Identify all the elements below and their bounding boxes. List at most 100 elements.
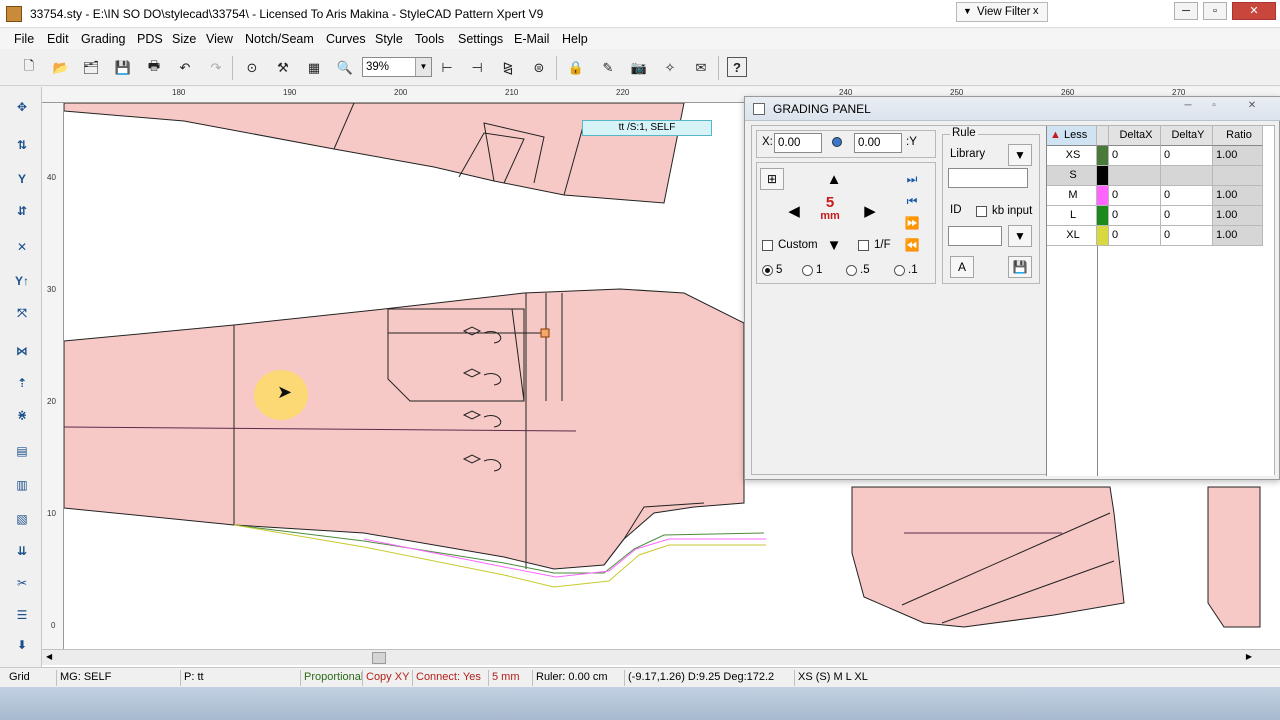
- id-input[interactable]: [948, 226, 1002, 246]
- panel-close-button[interactable]: ✕: [1241, 100, 1263, 116]
- stack-icon[interactable]: ▧: [8, 507, 36, 531]
- grade-arrow-icon[interactable]: ⬇: [8, 633, 36, 657]
- copy-xy-icon[interactable]: ⋇: [8, 403, 36, 427]
- ratio-cell[interactable]: 1.00: [1213, 146, 1263, 166]
- delete-rule-icon[interactable]: ✕: [8, 235, 36, 259]
- grade-piece-icon[interactable]: ▤: [8, 439, 36, 463]
- save-icon[interactable]: 💾: [112, 57, 134, 79]
- zoom-select[interactable]: 39% ▼: [362, 57, 432, 77]
- open-multiple-icon[interactable]: 🗂: [80, 57, 102, 79]
- scroll-thumb[interactable]: [372, 652, 386, 664]
- status-copyxy[interactable]: Copy XY: [362, 670, 409, 686]
- table-row[interactable]: L 0 0 1.00: [1047, 206, 1275, 226]
- arrow-down-button[interactable]: ▼: [822, 234, 846, 256]
- table-row[interactable]: XL 0 0 1.00: [1047, 226, 1275, 246]
- less-button[interactable]: ▲ Less: [1047, 126, 1097, 146]
- help-icon[interactable]: ?: [727, 57, 747, 77]
- delta-y-cell[interactable]: 0: [1161, 226, 1213, 246]
- menu-notch-seam[interactable]: Notch/Seam: [245, 32, 314, 46]
- arrow-up-button[interactable]: ▲: [822, 168, 846, 190]
- a-button[interactable]: A: [950, 256, 974, 278]
- align-right-icon[interactable]: ⊣: [466, 57, 488, 79]
- menu-curves[interactable]: Curves: [326, 32, 366, 46]
- paste-rule-icon[interactable]: ⏪: [900, 234, 924, 256]
- panel-maximize-button[interactable]: ▫: [1203, 100, 1225, 116]
- scroll-left-icon[interactable]: ◀: [46, 652, 52, 661]
- panel-minimize-button[interactable]: ─: [1177, 100, 1199, 116]
- measure-tool-icon[interactable]: ⊙: [241, 57, 263, 79]
- nest-icon[interactable]: ▥: [8, 473, 36, 497]
- delta-x-cell[interactable]: 0: [1109, 206, 1161, 226]
- status-proportional[interactable]: Proportional: [300, 670, 363, 686]
- align-points-icon[interactable]: ⇅: [8, 133, 36, 157]
- rule-name-input[interactable]: [948, 168, 1028, 188]
- delta-x-cell[interactable]: 0: [1109, 226, 1161, 246]
- menu-help[interactable]: Help: [562, 32, 588, 46]
- prev-point-icon[interactable]: ⏮: [900, 190, 924, 212]
- menu-grading[interactable]: Grading: [81, 32, 125, 46]
- mail-icon[interactable]: ✉: [690, 57, 712, 79]
- grading-panel-titlebar[interactable]: GRADING PANEL ─ ▫ ✕: [745, 97, 1280, 121]
- id-dropdown[interactable]: ▼: [1008, 225, 1032, 247]
- table-row[interactable]: M 0 0 1.00: [1047, 186, 1275, 206]
- step-radio-tenth[interactable]: [894, 265, 905, 276]
- print-icon[interactable]: 🖶: [143, 57, 165, 79]
- xy-move-icon[interactable]: ⇵: [8, 199, 36, 223]
- scroll-right-icon[interactable]: ▶: [1246, 652, 1252, 661]
- move-y-icon[interactable]: Y: [8, 167, 36, 191]
- minimize-button[interactable]: ─: [1174, 2, 1198, 20]
- menu-tools[interactable]: Tools: [415, 32, 444, 46]
- x-input[interactable]: 0.00: [774, 133, 822, 153]
- menu-view[interactable]: View: [206, 32, 233, 46]
- scissors-icon[interactable]: ✂: [8, 571, 36, 595]
- menu-style[interactable]: Style: [375, 32, 403, 46]
- walk-icon[interactable]: ⇊: [8, 539, 36, 563]
- menu-settings[interactable]: Settings: [458, 32, 503, 46]
- close-button[interactable]: ✕: [1232, 2, 1276, 20]
- table-row-base[interactable]: S: [1047, 166, 1275, 186]
- undo-icon[interactable]: ↶: [174, 57, 196, 79]
- new-file-icon[interactable]: 🗋: [18, 57, 40, 79]
- custom-checkbox[interactable]: [762, 240, 773, 251]
- redo-icon[interactable]: ↷: [205, 57, 227, 79]
- delta-x-cell[interactable]: 0: [1109, 186, 1161, 206]
- step-radio-half[interactable]: [846, 265, 857, 276]
- menu-edit[interactable]: Edit: [47, 32, 69, 46]
- step-radio-5[interactable]: [762, 265, 773, 276]
- table-row[interactable]: XS 0 0 1.00: [1047, 146, 1275, 166]
- ratio-cell[interactable]: 1.00: [1213, 206, 1263, 226]
- copy-x-icon[interactable]: ⋈: [8, 339, 36, 363]
- menu-size[interactable]: Size: [172, 32, 196, 46]
- status-connect[interactable]: Connect: Yes: [412, 670, 481, 686]
- next-point-icon[interactable]: ⏭: [900, 168, 924, 190]
- ratio-cell[interactable]: 1.00: [1213, 186, 1263, 206]
- layers-icon[interactable]: ⊜: [528, 57, 550, 79]
- library-dropdown[interactable]: ▼: [1008, 144, 1032, 166]
- delta-y-cell[interactable]: 0: [1161, 146, 1213, 166]
- camera-icon[interactable]: 📷: [628, 57, 650, 79]
- copy-y-icon[interactable]: ⇡: [8, 371, 36, 395]
- step-radio-1[interactable]: [802, 265, 813, 276]
- status-step[interactable]: 5 mm: [488, 670, 520, 686]
- maximize-button[interactable]: ▫: [1203, 2, 1227, 20]
- link-xy-icon[interactable]: [832, 137, 842, 147]
- ratio-cell[interactable]: 1.00: [1213, 226, 1263, 246]
- one-f-checkbox[interactable]: [858, 240, 869, 251]
- y-input[interactable]: 0.00: [854, 133, 902, 153]
- menu-pds[interactable]: PDS: [137, 32, 163, 46]
- copy-rule-icon[interactable]: ⏩: [900, 212, 924, 234]
- kb-input-checkbox[interactable]: [976, 206, 987, 217]
- save-rule-icon[interactable]: 💾: [1008, 256, 1032, 278]
- zoom-in-icon[interactable]: 🔍: [334, 57, 356, 79]
- y-rule-icon[interactable]: Y↑: [8, 269, 36, 293]
- lock-icon[interactable]: 🔒: [565, 57, 587, 79]
- view-filter-button[interactable]: ▼ View Filter x: [956, 2, 1048, 22]
- align-left-icon[interactable]: ⊢: [436, 57, 458, 79]
- arrow-right-button[interactable]: ▶: [858, 200, 882, 222]
- status-grid[interactable]: Grid: [6, 670, 30, 686]
- move-point-icon[interactable]: ✥: [8, 95, 36, 119]
- horizontal-scrollbar[interactable]: ◀ ▶: [42, 649, 1280, 665]
- view-filter-close[interactable]: x: [1033, 5, 1039, 17]
- menu-file[interactable]: File: [14, 32, 34, 46]
- grid-icon[interactable]: ▦: [303, 57, 325, 79]
